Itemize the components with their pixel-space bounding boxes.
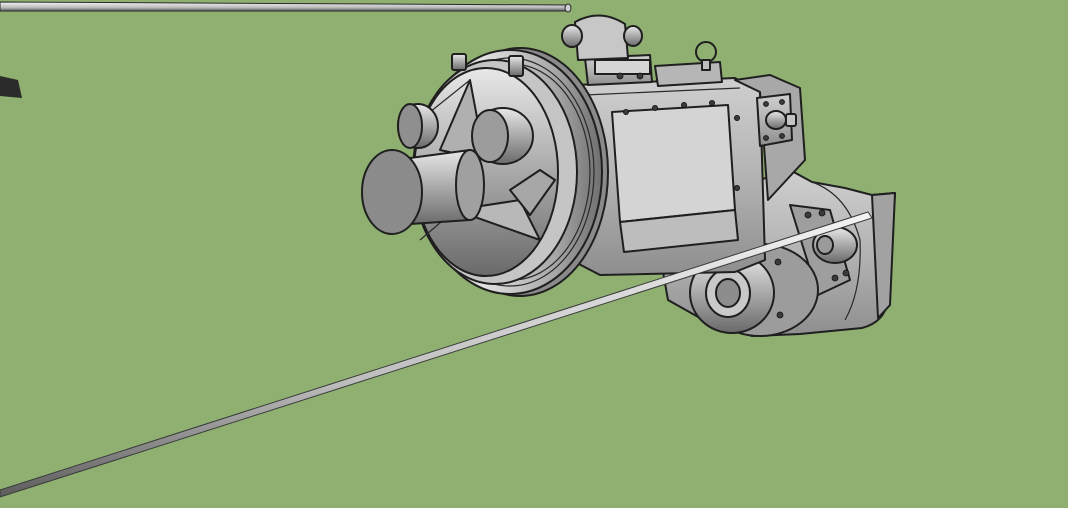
3d-model-viewport[interactable] [0,0,1068,508]
lifting-lug[interactable] [561,14,723,87]
axis-marker [0,76,22,98]
scene-canvas[interactable] [0,0,1068,508]
top-rod[interactable] [0,1,572,13]
winch-drum[interactable] [361,47,609,297]
cable[interactable] [0,211,873,498]
